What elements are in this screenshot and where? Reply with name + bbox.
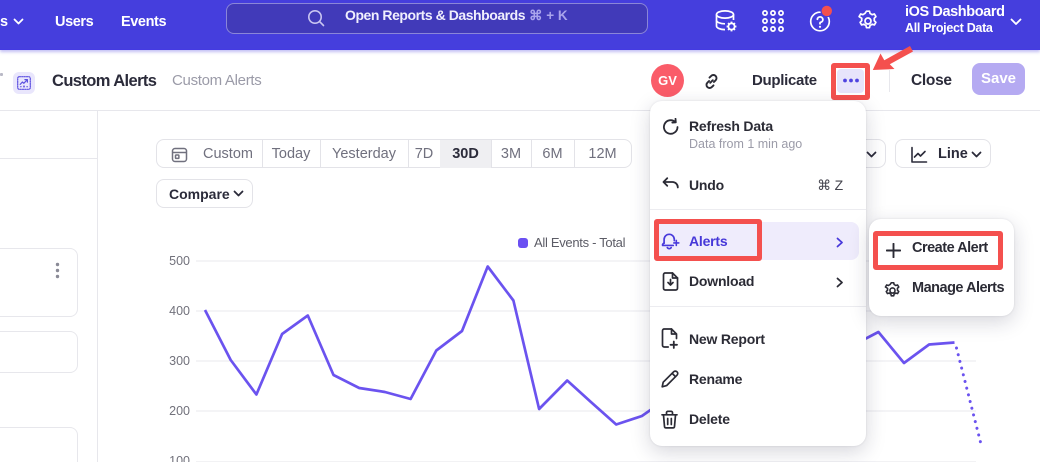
svg-text:500: 500 [169, 254, 190, 268]
svg-text:400: 400 [169, 304, 190, 318]
svg-text:100: 100 [169, 454, 190, 462]
svg-text:300: 300 [169, 354, 190, 368]
svg-text:200: 200 [169, 404, 190, 418]
